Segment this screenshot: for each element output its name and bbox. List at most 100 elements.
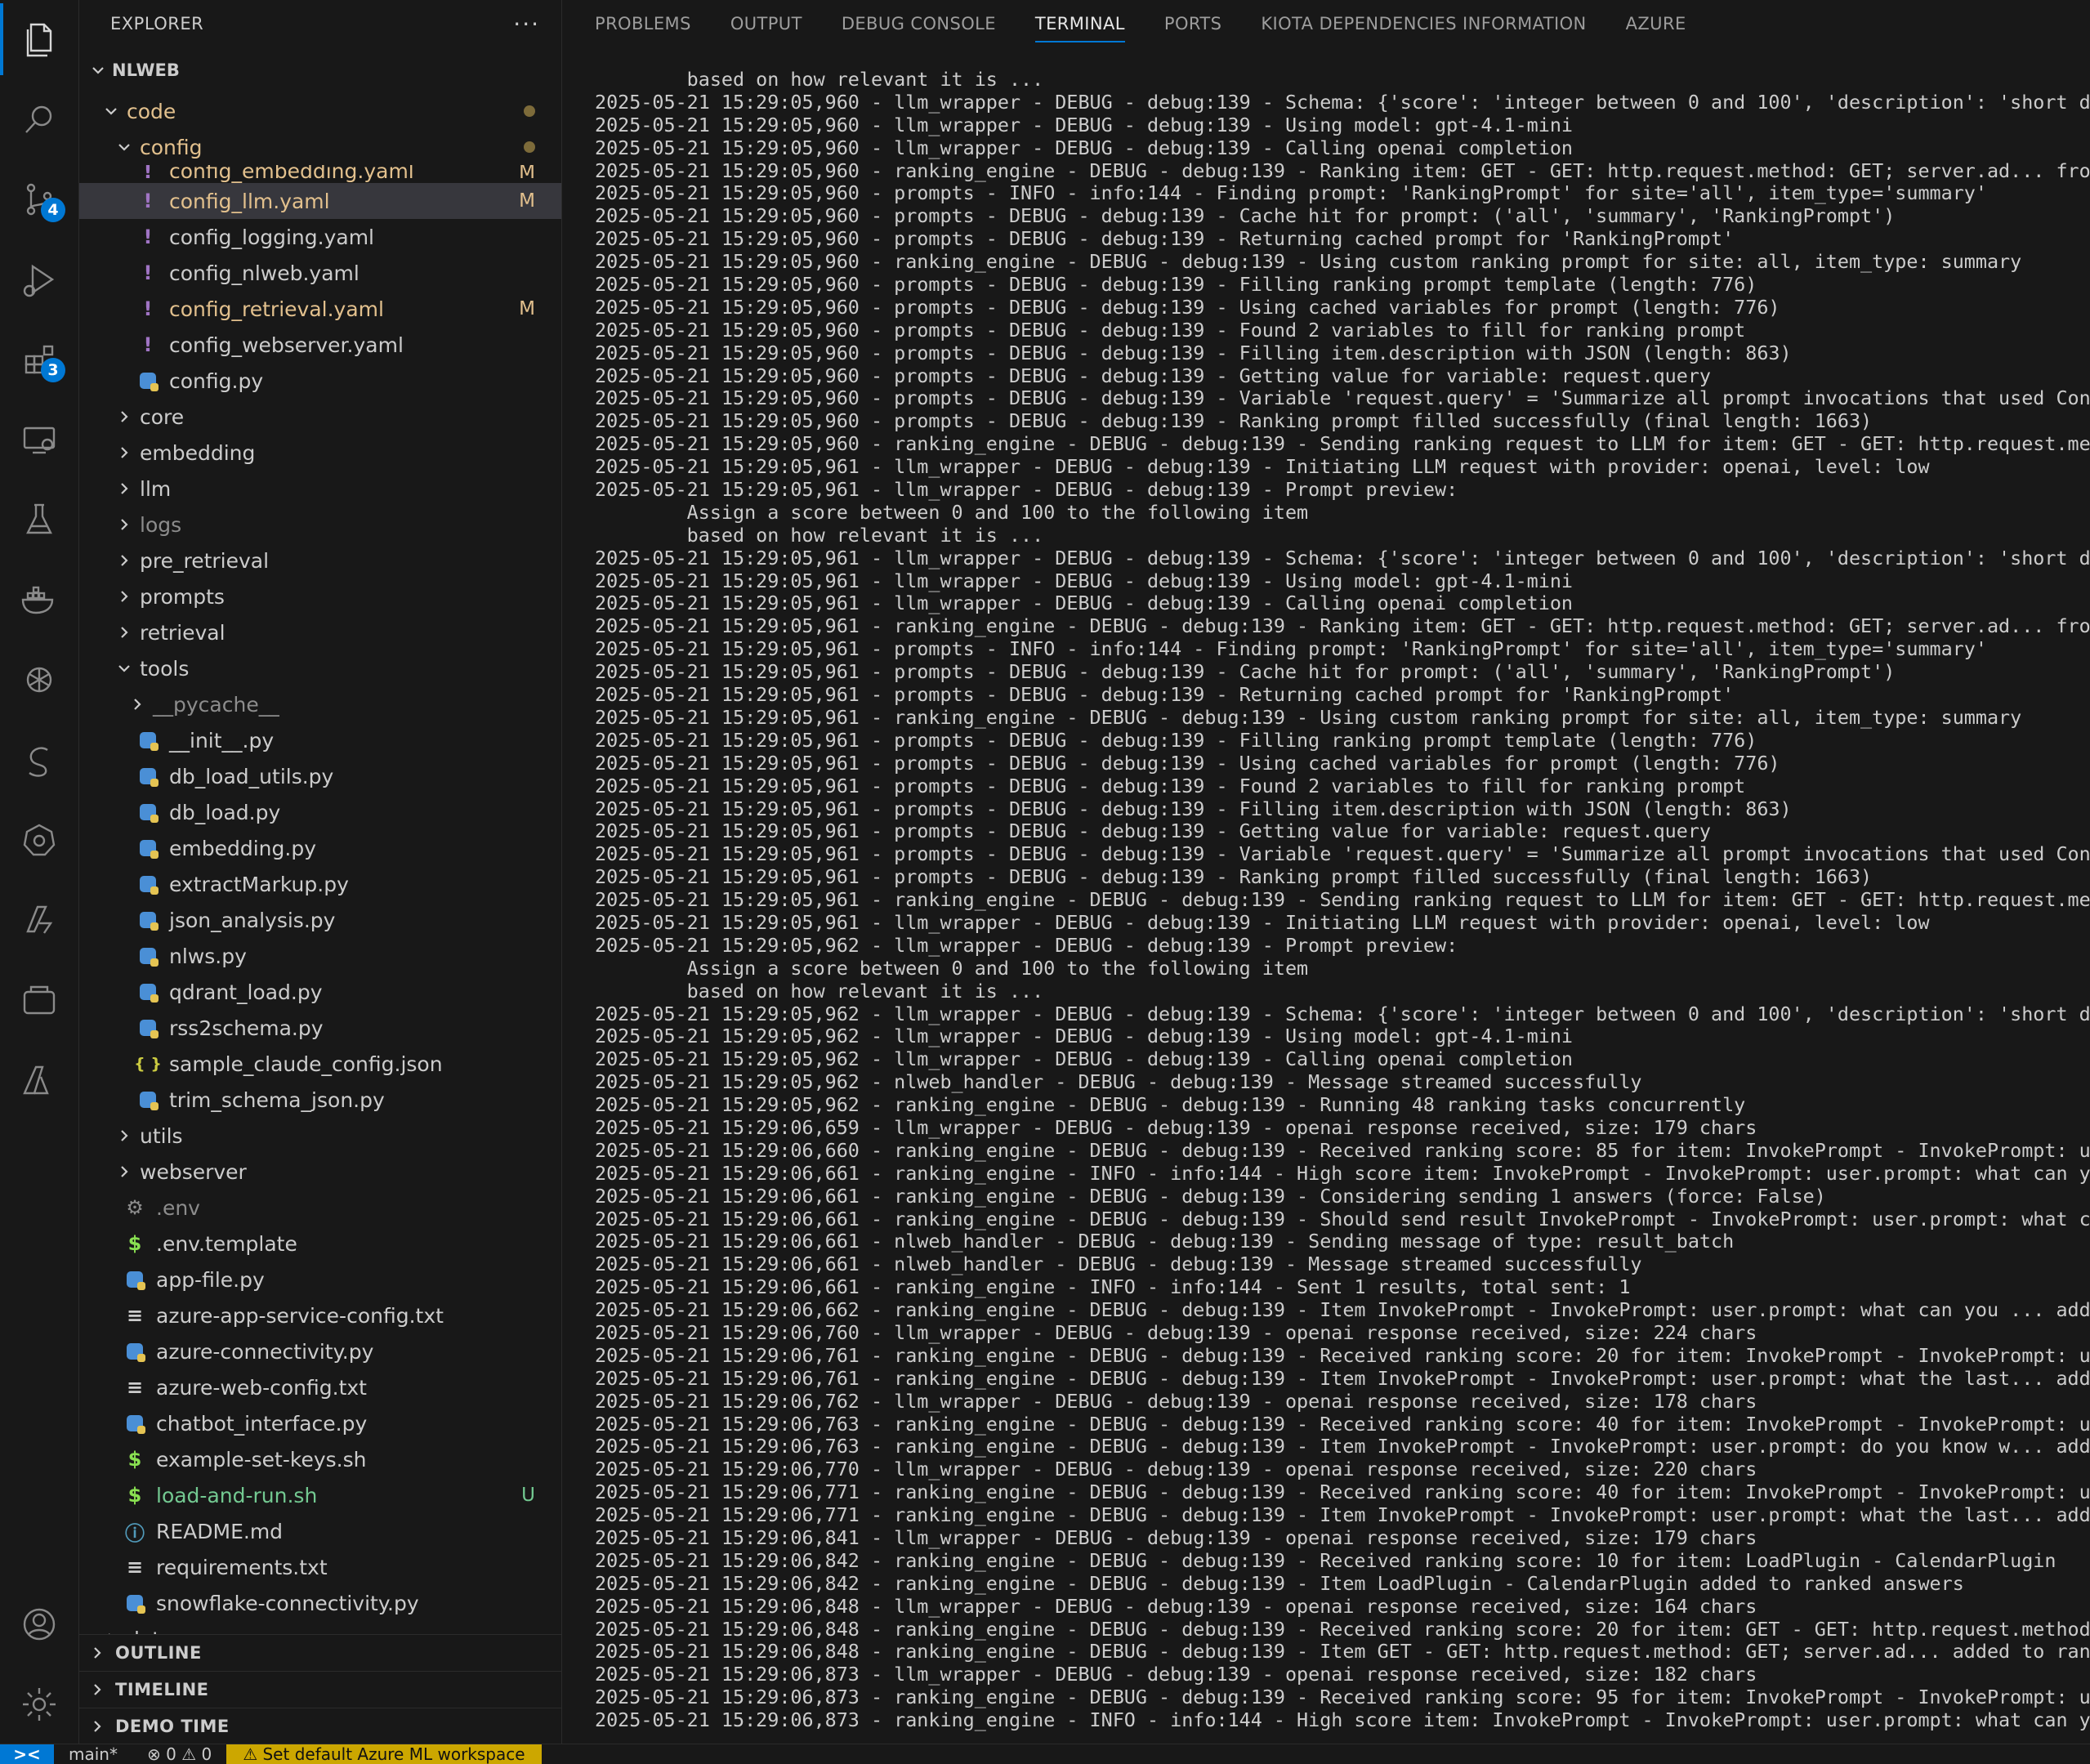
tree-file[interactable]: $ .env.template [79, 1226, 561, 1262]
tree-file[interactable]: ≡ requirements.txt [79, 1549, 561, 1585]
terminal-line: 2025-05-21 15:29:05,962 - ranking_engine… [595, 1093, 1746, 1117]
tree-folder[interactable]: code [79, 93, 561, 129]
tree-file[interactable]: { } sample_claude_config.json [79, 1046, 561, 1082]
tree-file[interactable]: ! config_webserver.yaml [79, 327, 561, 363]
tree-folder[interactable]: logs [79, 507, 561, 543]
tab-debug-console[interactable]: DEBUG CONSOLE [842, 0, 996, 47]
terminal-line: 2025-05-21 15:29:05,960 - prompts - DEBU… [595, 295, 1780, 319]
git-status-badge: M [519, 165, 535, 183]
problems-indicator[interactable]: ⊗ 0 ⚠ 0 [132, 1744, 226, 1764]
yaml-file-icon: ! [143, 297, 153, 320]
tree-folder[interactable]: webserver [79, 1154, 561, 1190]
terminal-line: 2025-05-21 15:29:05,960 - prompts - DEBU… [595, 386, 2090, 410]
panel-tabs: PROBLEMS OUTPUT DEBUG CONSOLE TERMINAL PORTS… [562, 0, 2090, 47]
tree-folder[interactable]: embedding [79, 435, 561, 471]
kiota-icon[interactable] [0, 721, 78, 799]
azure-functions-icon[interactable] [0, 881, 78, 959]
tree-item-label: embedding [140, 440, 256, 465]
accounts-icon[interactable] [0, 1585, 78, 1664]
search-icon[interactable] [0, 80, 78, 159]
tree-file[interactable]: json_analysis.py [79, 902, 561, 938]
tree-file[interactable]: ! config_logging.yaml [79, 219, 561, 255]
tree-folder[interactable]: pre_retrieval [79, 543, 561, 578]
tree-file[interactable]: ! config_retrieval.yaml M [79, 291, 561, 327]
terminal-line: 2025-05-21 15:29:05,960 - ranking_engine… [595, 159, 2090, 182]
tree-folder[interactable]: prompts [79, 578, 561, 614]
tree-file[interactable]: snowflake-connectivity.py [79, 1585, 561, 1621]
tree-file[interactable]: config.py [79, 363, 561, 399]
branch-indicator[interactable]: main* [54, 1744, 132, 1764]
python-file-icon [136, 876, 159, 895]
manage-gear-icon[interactable] [0, 1665, 78, 1744]
tree-folder[interactable]: core [79, 399, 561, 435]
tree-folder[interactable]: __pycache__ [79, 686, 561, 722]
tree-file[interactable]: extractMarkup.py [79, 866, 561, 902]
more-actions-icon[interactable]: ··· [513, 11, 540, 38]
tree-file[interactable]: ! config_llm.yaml M [79, 183, 561, 219]
tree-file[interactable]: azure-connectivity.py [79, 1333, 561, 1369]
tree-file[interactable]: embedding.py [79, 830, 561, 866]
tree-folder[interactable]: config [79, 129, 561, 165]
chevron-right-icon [127, 697, 148, 712]
tree-file[interactable]: ⚙ .env [79, 1190, 561, 1226]
tree-folder[interactable]: utils [79, 1118, 561, 1154]
tree-file[interactable]: db_load.py [79, 794, 561, 830]
chevron-right-icon [114, 553, 135, 568]
terminal-line: 2025-05-21 15:29:05,962 - llm_wrapper - … [595, 1047, 1573, 1071]
panel-demo-time[interactable]: DEMO TIME [79, 1708, 561, 1744]
explorer-icon[interactable] [0, 0, 78, 78]
tree-file[interactable]: ! config_embedding.yaml M [79, 165, 561, 183]
run-debug-icon[interactable] [0, 240, 78, 319]
tree-file[interactable]: $ load-and-run.sh U [79, 1477, 561, 1513]
tree-file[interactable]: nlws.py [79, 938, 561, 974]
yaml-file-icon: ! [143, 261, 153, 284]
python-file-icon [136, 732, 159, 751]
tree-file[interactable]: ! config_nlweb.yaml [79, 255, 561, 291]
tree-file[interactable]: rss2schema.py [79, 1010, 561, 1046]
terminal-output[interactable]: based on how relevant it is ... 2025-05-2… [595, 69, 2090, 1744]
docker-icon[interactable] [0, 560, 78, 639]
terminal-line: 2025-05-21 15:29:06,842 - ranking_engine… [595, 1548, 2057, 1572]
tab-ports[interactable]: PORTS [1164, 0, 1221, 47]
tab-problems[interactable]: PROBLEMS [595, 0, 691, 47]
kubernetes-icon[interactable] [0, 801, 78, 879]
terminal-line: 2025-05-21 15:29:05,962 - llm_wrapper - … [595, 1002, 2090, 1025]
azure-icon[interactable] [0, 1041, 78, 1119]
tree-folder[interactable]: tools [79, 650, 561, 686]
tree-file[interactable]: trim_schema_json.py [79, 1082, 561, 1118]
azure-ml-warning[interactable]: ⚠ Set default Azure ML workspace [226, 1744, 542, 1764]
testing-icon[interactable] [0, 480, 78, 559]
tree-item-label: sample_claude_config.json [169, 1052, 443, 1076]
tab-terminal[interactable]: TERMINAL [1034, 0, 1125, 47]
openai-icon[interactable] [0, 641, 78, 719]
terminal-line: 2025-05-21 15:29:06,761 - ranking_engine… [595, 1343, 2090, 1367]
project-folder-header[interactable]: NLWEB [79, 47, 561, 93]
remote-explorer-icon[interactable] [0, 400, 78, 479]
tab-azure[interactable]: AZURE [1626, 0, 1686, 47]
remote-indicator[interactable]: >< [0, 1744, 54, 1764]
m365-icon[interactable] [0, 961, 78, 1039]
tab-kiota-dependencies-information[interactable]: KIOTA DEPENDENCIES INFORMATION [1261, 0, 1586, 47]
panel-timeline[interactable]: TIMELINE [79, 1671, 561, 1708]
tree-folder[interactable]: retrieval [79, 614, 561, 650]
tree-file[interactable]: __init__.py [79, 722, 561, 758]
terminal-line: 2025-05-21 15:29:06,873 - llm_wrapper - … [595, 1663, 1757, 1686]
tree-file[interactable]: db_load_utils.py [79, 758, 561, 794]
tree-folder[interactable]: llm [79, 471, 561, 507]
tab-output[interactable]: OUTPUT [730, 0, 802, 47]
tree-file[interactable]: $ example-set-keys.sh [79, 1441, 561, 1477]
panel-outline[interactable]: OUTLINE [79, 1634, 561, 1671]
tree-file[interactable]: app-file.py [79, 1262, 561, 1297]
shell-file-icon: $ [127, 1232, 142, 1255]
tree-file[interactable]: qdrant_load.py [79, 974, 561, 1010]
tree-item-label: app-file.py [156, 1267, 265, 1292]
extensions-icon[interactable]: 3 [0, 320, 78, 399]
terminal-line: 2025-05-21 15:29:06,661 - ranking_engine… [595, 1275, 1631, 1299]
source-control-icon[interactable]: 4 [0, 160, 78, 239]
tree-file[interactable]: ≡ azure-app-service-config.txt [79, 1297, 561, 1333]
tree-folder[interactable]: data [79, 1621, 561, 1634]
tree-file[interactable]: ⓘ README.md [79, 1513, 561, 1549]
tree-file[interactable]: chatbot_interface.py [79, 1405, 561, 1441]
tree-file[interactable]: ≡ azure-web-config.txt [79, 1369, 561, 1405]
terminal-line: 2025-05-21 15:29:05,960 - prompts - DEBU… [595, 409, 1873, 433]
